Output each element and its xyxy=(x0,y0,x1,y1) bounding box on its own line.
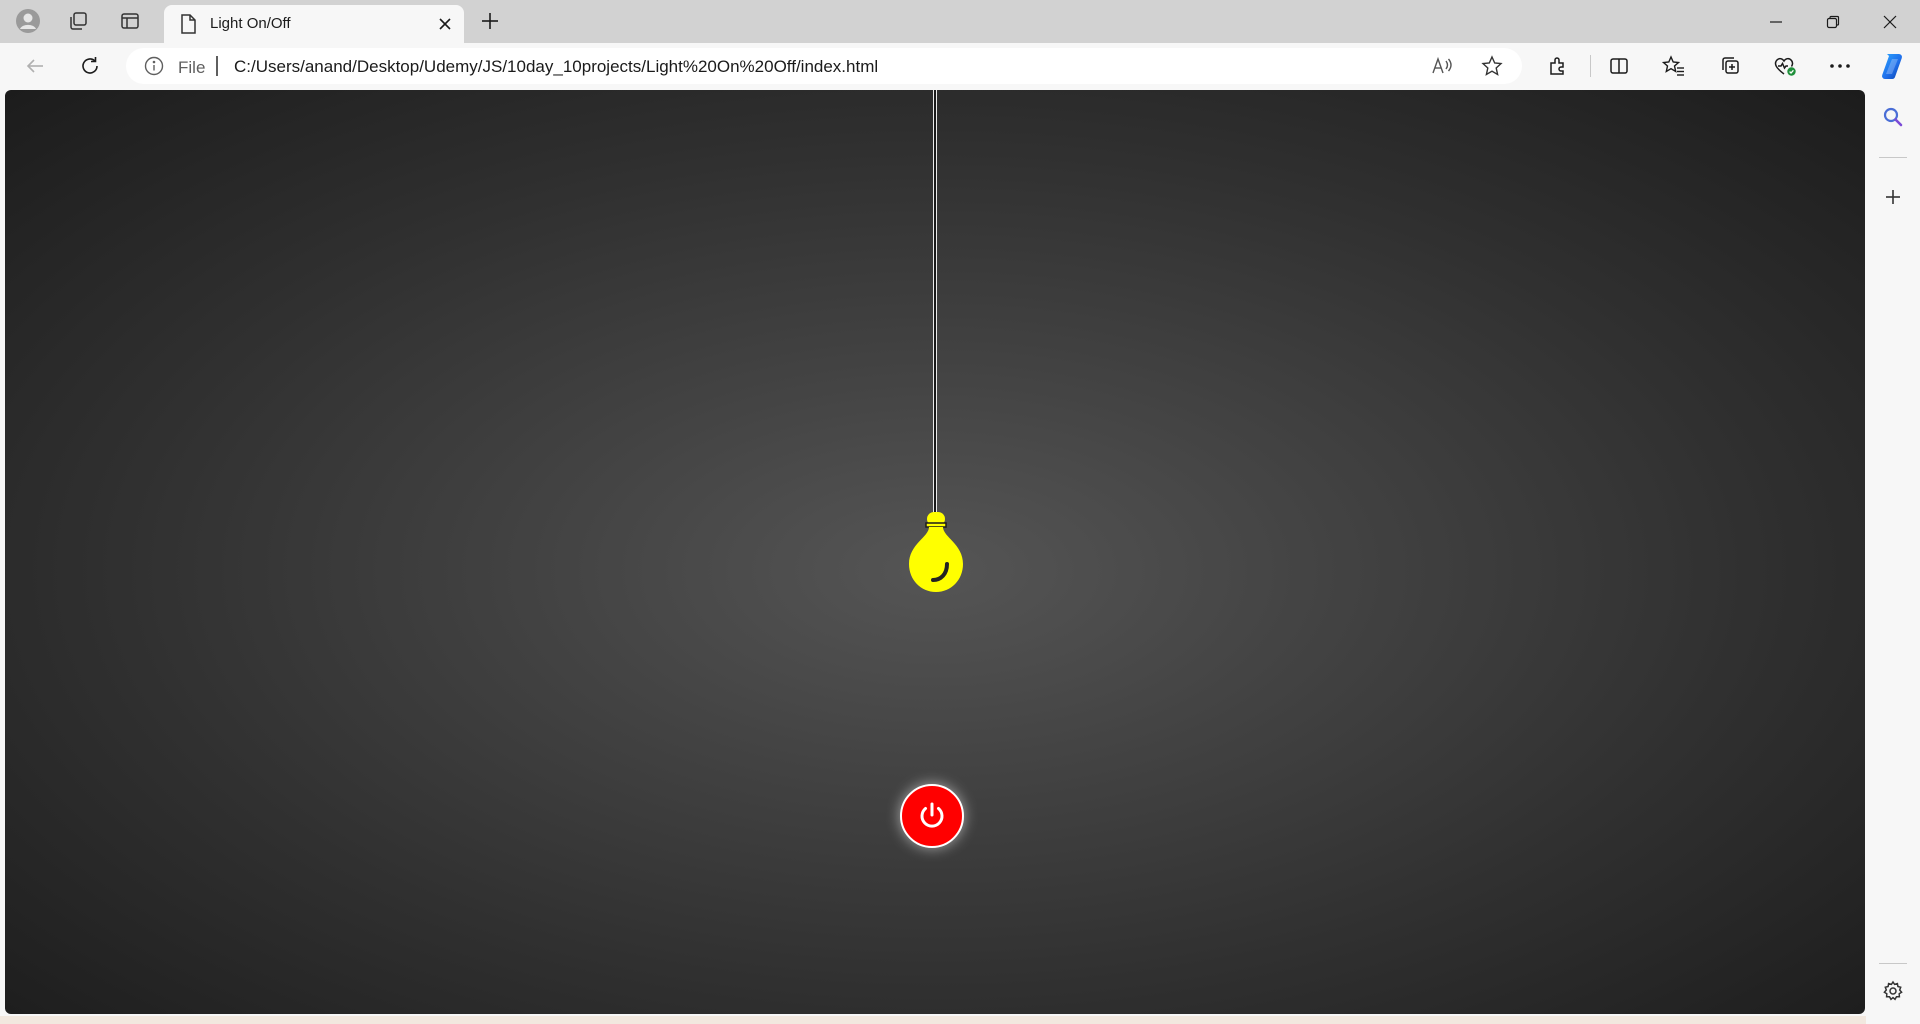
close-window-button[interactable] xyxy=(1862,0,1918,43)
restore-icon xyxy=(1826,15,1840,28)
settings-more-button[interactable] xyxy=(1820,47,1860,85)
profile-icon xyxy=(16,9,40,33)
collections-button[interactable] xyxy=(1710,47,1750,85)
close-icon xyxy=(1883,15,1897,28)
tab-close-button[interactable] xyxy=(432,11,458,37)
toolbar: File C:/Users/anand/Desktop/Udemy/JS/10d… xyxy=(0,43,1920,89)
light-bulb-icon xyxy=(909,512,963,592)
active-tab[interactable]: Light On/Off xyxy=(164,5,464,43)
collections-icon xyxy=(1722,57,1739,74)
split-screen-button[interactable] xyxy=(1599,47,1639,85)
copilot-button[interactable] xyxy=(1872,47,1912,85)
split-screen-icon xyxy=(1610,58,1628,74)
tab-title: Light On/Off xyxy=(210,15,291,32)
plus-icon xyxy=(482,13,498,29)
gear-icon xyxy=(1883,980,1903,1001)
minimize-button[interactable] xyxy=(1748,0,1804,43)
workspaces-button[interactable] xyxy=(56,4,100,38)
sidebar-add-button[interactable] xyxy=(1873,177,1913,217)
vertical-tabs-icon xyxy=(121,13,139,29)
url-text[interactable]: C:/Users/anand/Desktop/Udemy/JS/10day_10… xyxy=(234,57,878,77)
power-toggle-button[interactable] xyxy=(900,784,964,848)
workspaces-icon xyxy=(70,12,87,30)
plus-icon xyxy=(1886,190,1900,204)
toolbar-divider xyxy=(1590,55,1591,77)
address-divider xyxy=(216,56,218,76)
new-tab-button[interactable] xyxy=(468,4,512,38)
search-icon xyxy=(1883,107,1903,127)
heart-pulse-icon xyxy=(1774,57,1796,76)
refresh-button[interactable] xyxy=(70,47,110,85)
extensions-button[interactable] xyxy=(1538,47,1578,85)
read-aloud-button[interactable] xyxy=(1426,51,1458,81)
favorites-button[interactable] xyxy=(1654,47,1694,85)
edge-sidebar xyxy=(1866,89,1920,1024)
copilot-icon xyxy=(1882,54,1902,79)
back-arrow-icon xyxy=(26,59,43,73)
restore-button[interactable] xyxy=(1805,0,1861,43)
sidebar-search-button[interactable] xyxy=(1873,97,1913,137)
browser-essentials-button[interactable] xyxy=(1765,47,1805,85)
window-bottom-edge xyxy=(0,1016,1866,1024)
back-button[interactable] xyxy=(15,47,55,85)
sidebar-divider xyxy=(1879,963,1907,964)
star-icon xyxy=(1481,55,1503,76)
sidebar-settings-button[interactable] xyxy=(1873,971,1913,1011)
tab-actions-button[interactable] xyxy=(108,4,152,38)
extensions-icon xyxy=(1550,57,1564,75)
minimize-icon xyxy=(1770,20,1782,23)
sidebar-divider xyxy=(1879,157,1907,158)
power-icon xyxy=(920,802,944,828)
favorites-list-icon xyxy=(1662,55,1684,76)
read-aloud-icon xyxy=(1432,56,1452,74)
address-bar[interactable]: File C:/Users/anand/Desktop/Udemy/JS/10d… xyxy=(126,48,1522,84)
url-scheme-label: File xyxy=(178,58,206,77)
refresh-icon xyxy=(82,57,98,74)
page-viewport xyxy=(5,90,1865,1014)
info-icon[interactable] xyxy=(144,56,164,76)
profile-button[interactable] xyxy=(6,4,50,38)
close-icon xyxy=(439,18,451,30)
tab-strip: Light On/Off xyxy=(0,0,1920,43)
page-icon xyxy=(181,14,196,34)
bulb-cord xyxy=(933,90,937,518)
more-dots-icon xyxy=(1830,64,1850,68)
favorite-star-button[interactable] xyxy=(1476,51,1508,81)
